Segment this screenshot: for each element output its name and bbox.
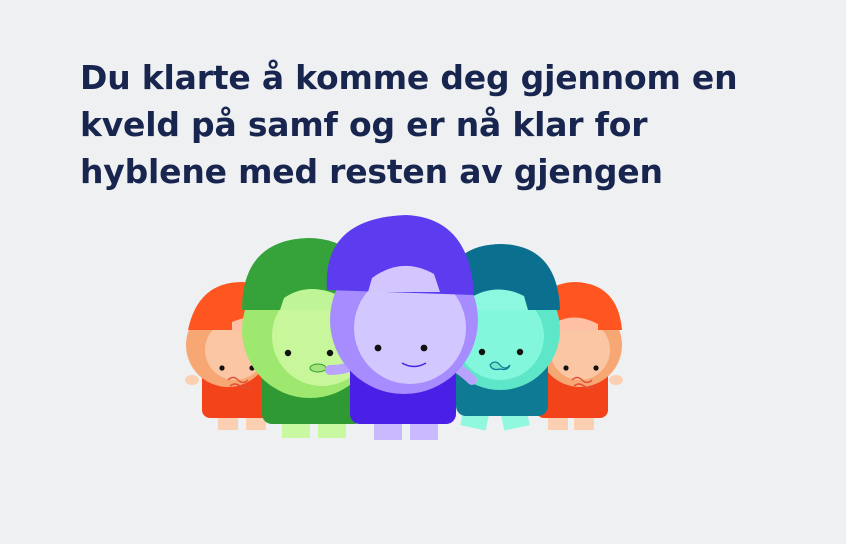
headline-line-1: Du klarte å komme deg gjennom en	[80, 58, 738, 97]
headline-line-2: kveld på samf og er nå klar for	[80, 105, 648, 144]
headline-line-3: hyblene med resten av gjengen	[80, 152, 663, 191]
headline-message: Du klarte å komme deg gjennom en kveld p…	[80, 54, 800, 195]
screen: { "message": { "lines": [ "Du klarte å k…	[0, 0, 846, 544]
friends-illustration	[185, 215, 623, 440]
